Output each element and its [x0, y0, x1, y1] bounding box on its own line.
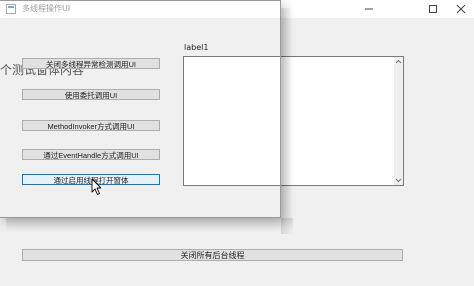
child-window-shadow-bottom	[6, 218, 293, 232]
minimize-button[interactable]	[354, 0, 384, 18]
child-form-window[interactable]	[0, 0, 281, 218]
scroll-up-icon[interactable]	[395, 59, 402, 64]
main-window: 多线程操作UI 个测试窗体内容 关闭多线程异常检测调用UI 使用委托调用UI M…	[0, 0, 474, 286]
close-icon	[456, 4, 466, 14]
close-all-threads-button[interactable]: 关闭所有后台线程	[22, 249, 403, 261]
child-window-shadow	[281, 8, 293, 234]
minimize-icon	[365, 8, 373, 10]
vertical-scrollbar[interactable]	[394, 57, 403, 185]
maximize-icon	[429, 5, 437, 13]
close-button[interactable]	[446, 0, 474, 18]
mouse-cursor-icon	[91, 178, 101, 195]
scroll-down-icon[interactable]	[395, 178, 402, 183]
maximize-button[interactable]	[418, 0, 448, 18]
